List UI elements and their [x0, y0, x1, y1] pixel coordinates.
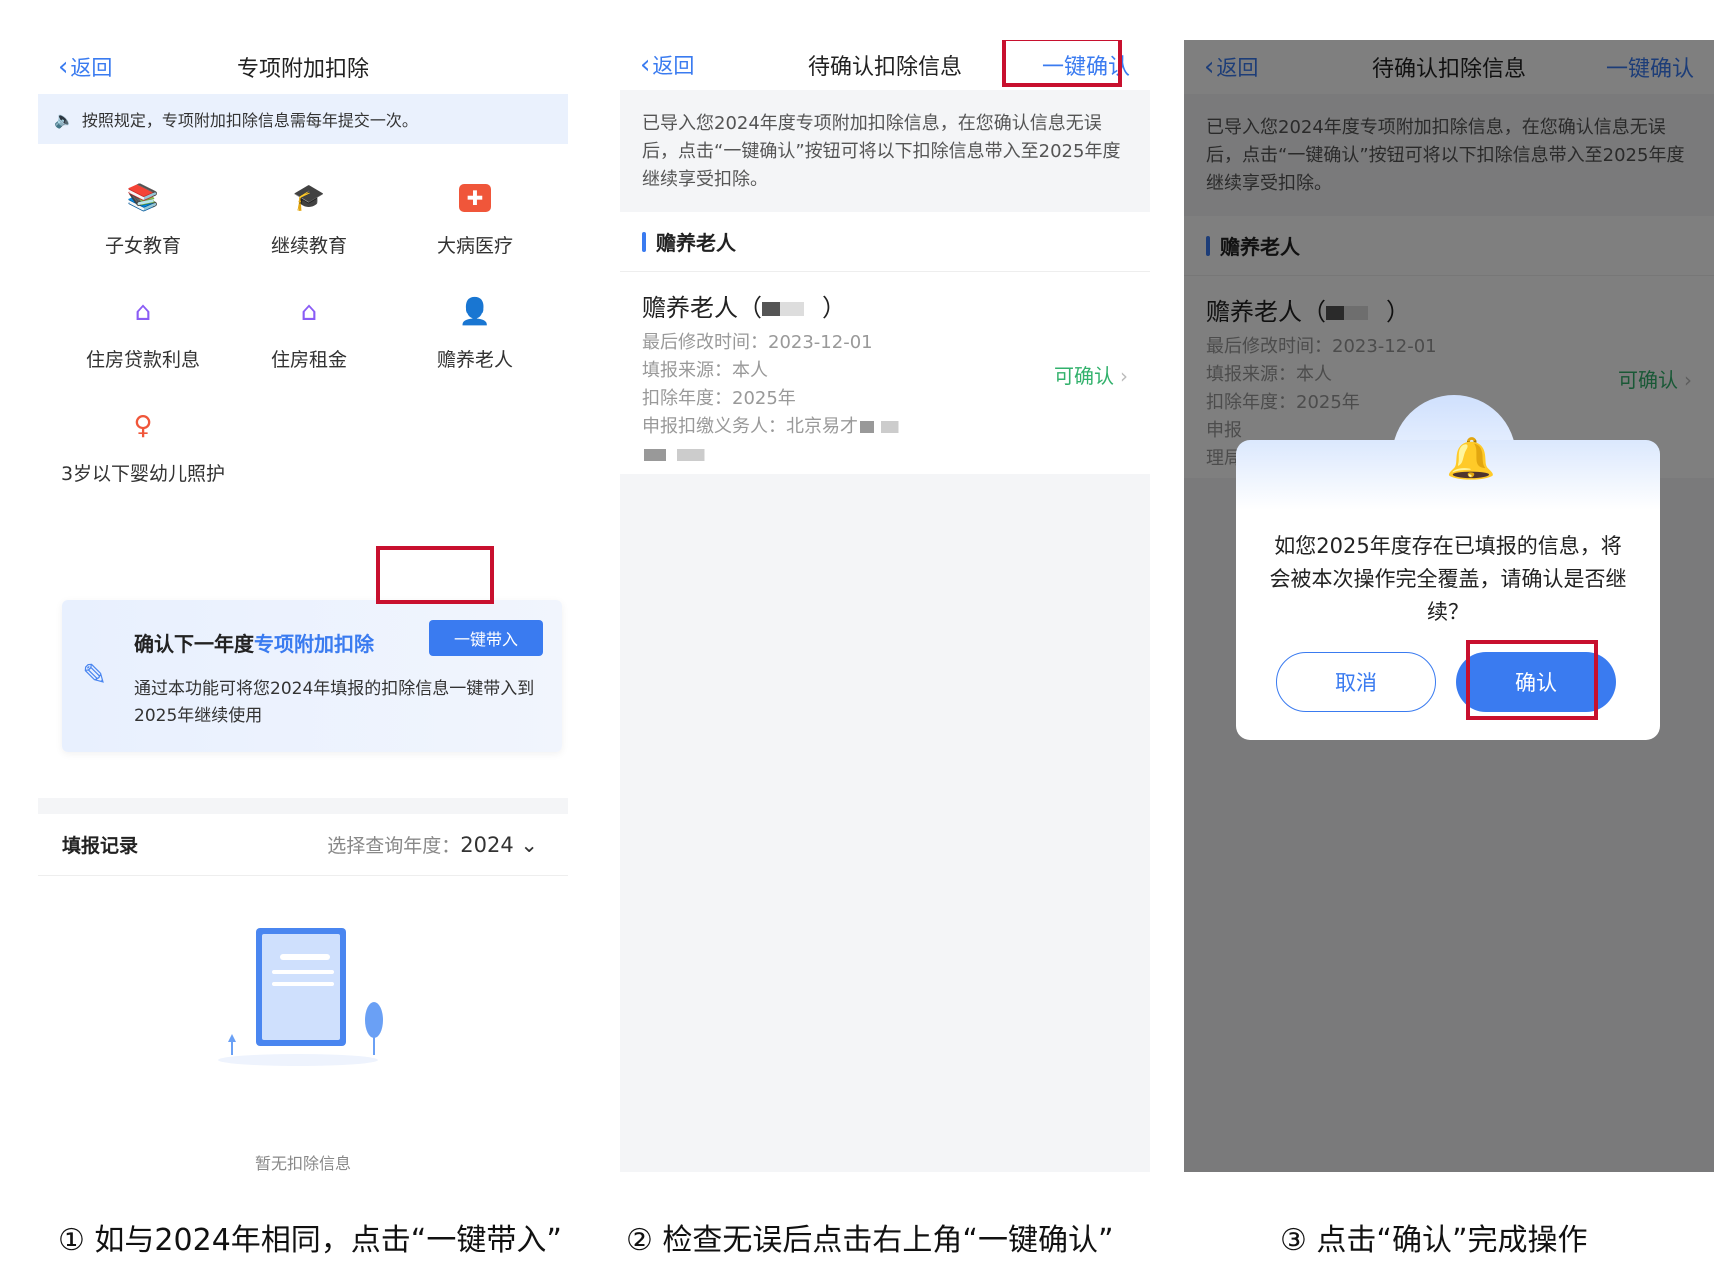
records-header: 填报记录 选择查询年度：2024 ⌄	[38, 814, 568, 876]
category-elderly-support[interactable]: 👤 赡养老人	[392, 292, 558, 376]
category-child-education[interactable]: 📚 子女教育	[60, 178, 226, 262]
chevron-left-icon: ‹	[58, 52, 69, 82]
category-infant-care[interactable]: ♀ 3岁以下婴幼儿照护	[60, 406, 226, 490]
back-button[interactable]: ‹ 返回	[640, 50, 694, 80]
one-click-import-button[interactable]: 一键带入	[429, 620, 543, 656]
bell-icon: 🔔	[1446, 436, 1496, 482]
redacted-mask	[762, 302, 822, 316]
step-caption-3: ③ 点击“确认”完成操作	[1280, 1223, 1588, 1258]
status-confirmable[interactable]: 可确认›	[1054, 360, 1128, 389]
pen-document-icon: ✎	[82, 658, 108, 693]
chevron-left-icon: ‹	[640, 50, 651, 80]
highlight-box	[1466, 640, 1598, 720]
step-caption-1: ① 如与2024年相同，点击“一键带入”	[58, 1223, 562, 1258]
chevron-down-icon: ⌄	[513, 833, 538, 857]
carry-over-card: ✎ 确认下一年度专项附加扣除 一键带入 通过本功能可将您2024年填报的扣除信息…	[62, 600, 562, 752]
highlight-box	[376, 546, 494, 604]
screen-pending-confirmation: ‹ 返回 待确认扣除信息 一键确认 已导入您2024年度专项附加扣除信息，在您确…	[620, 40, 1150, 1172]
item-redacted-line	[642, 441, 1128, 469]
year-select[interactable]: 选择查询年度：2024 ⌄	[327, 831, 538, 858]
page-title: 专项附加扣除	[236, 57, 369, 82]
item-modified: 最后修改时间：2023-12-01	[642, 332, 873, 353]
records-heading: 填报记录	[62, 835, 139, 857]
section-header: 赡养老人	[620, 212, 1150, 272]
item-name: 赡养老人（）	[642, 294, 846, 322]
screen-confirm-dialog: ‹ 返回 待确认扣除信息 一键确认 已导入您2024年度专项附加扣除信息，在您确…	[1184, 40, 1714, 1172]
medical-kit-icon: ✚	[459, 184, 491, 212]
category-housing-rent[interactable]: ⌂ 住房租金	[226, 292, 392, 376]
speaker-icon: 🔈	[54, 109, 74, 129]
category-serious-illness[interactable]: ✚ 大病医疗	[392, 178, 558, 262]
graduation-cap-icon: 🎓	[292, 183, 326, 213]
screen-deductions-home: ‹ 返回 专项附加扣除 🔈 按照规定，专项附加扣除信息需每年提交一次。 📚 子女…	[38, 40, 568, 1190]
back-button[interactable]: ‹ 返回	[58, 52, 112, 82]
category-housing-loan[interactable]: ⌂ 住房贷款利息	[60, 292, 226, 376]
divider	[38, 798, 568, 814]
redacted-mask	[860, 421, 930, 433]
card-title: 确认下一年度专项附加扣除	[134, 632, 374, 656]
elder-icon: 👤	[458, 297, 492, 327]
chevron-right-icon: ›	[1120, 364, 1128, 388]
house-key-icon: ⌂	[300, 297, 318, 327]
house-yen-icon: ⌂	[134, 297, 152, 327]
infant-icon: ♀	[133, 411, 153, 441]
category-continuing-education[interactable]: 🎓 继续教育	[226, 178, 392, 262]
step-caption-2: ② 检查无误后点击右上角“一键确认”	[626, 1223, 1114, 1258]
item-withholder: 申报扣缴义务人：北京易才	[642, 413, 1128, 441]
redacted-mask	[644, 449, 754, 461]
highlight-box	[1002, 40, 1122, 87]
cancel-button[interactable]: 取消	[1276, 652, 1436, 712]
books-icon: 📚	[126, 183, 160, 213]
intro-text: 已导入您2024年度专项附加扣除信息，在您确认信息无误后，点击“一键确认”按钮可…	[620, 90, 1150, 212]
deduction-item[interactable]: 赡养老人（） 最后修改时间：2023-12-01 填报来源：本人 扣除年度：20…	[620, 272, 1150, 474]
section-marker	[642, 231, 646, 252]
empty-state-text: 暂无扣除信息	[254, 1154, 351, 1173]
notice-banner: 🔈 按照规定，专项附加扣除信息需每年提交一次。	[38, 94, 568, 144]
dialog-message: 如您2025年度存在已填报的信息，将会被本次操作完全覆盖，请确认是否继续？	[1269, 534, 1627, 624]
item-year: 扣除年度：2025年	[642, 388, 796, 409]
category-grid: 📚 子女教育 🎓 继续教育 ✚ 大病医疗 ⌂ 住房贷款利息 ⌂ 住房租金 👤 赡…	[38, 144, 568, 490]
empty-document-illustration	[218, 928, 383, 1066]
nav-bar: ‹ 返回 专项附加扣除	[38, 40, 568, 94]
card-description: 通过本功能可将您2024年填报的扣除信息一键带入到2025年继续使用	[134, 679, 535, 726]
